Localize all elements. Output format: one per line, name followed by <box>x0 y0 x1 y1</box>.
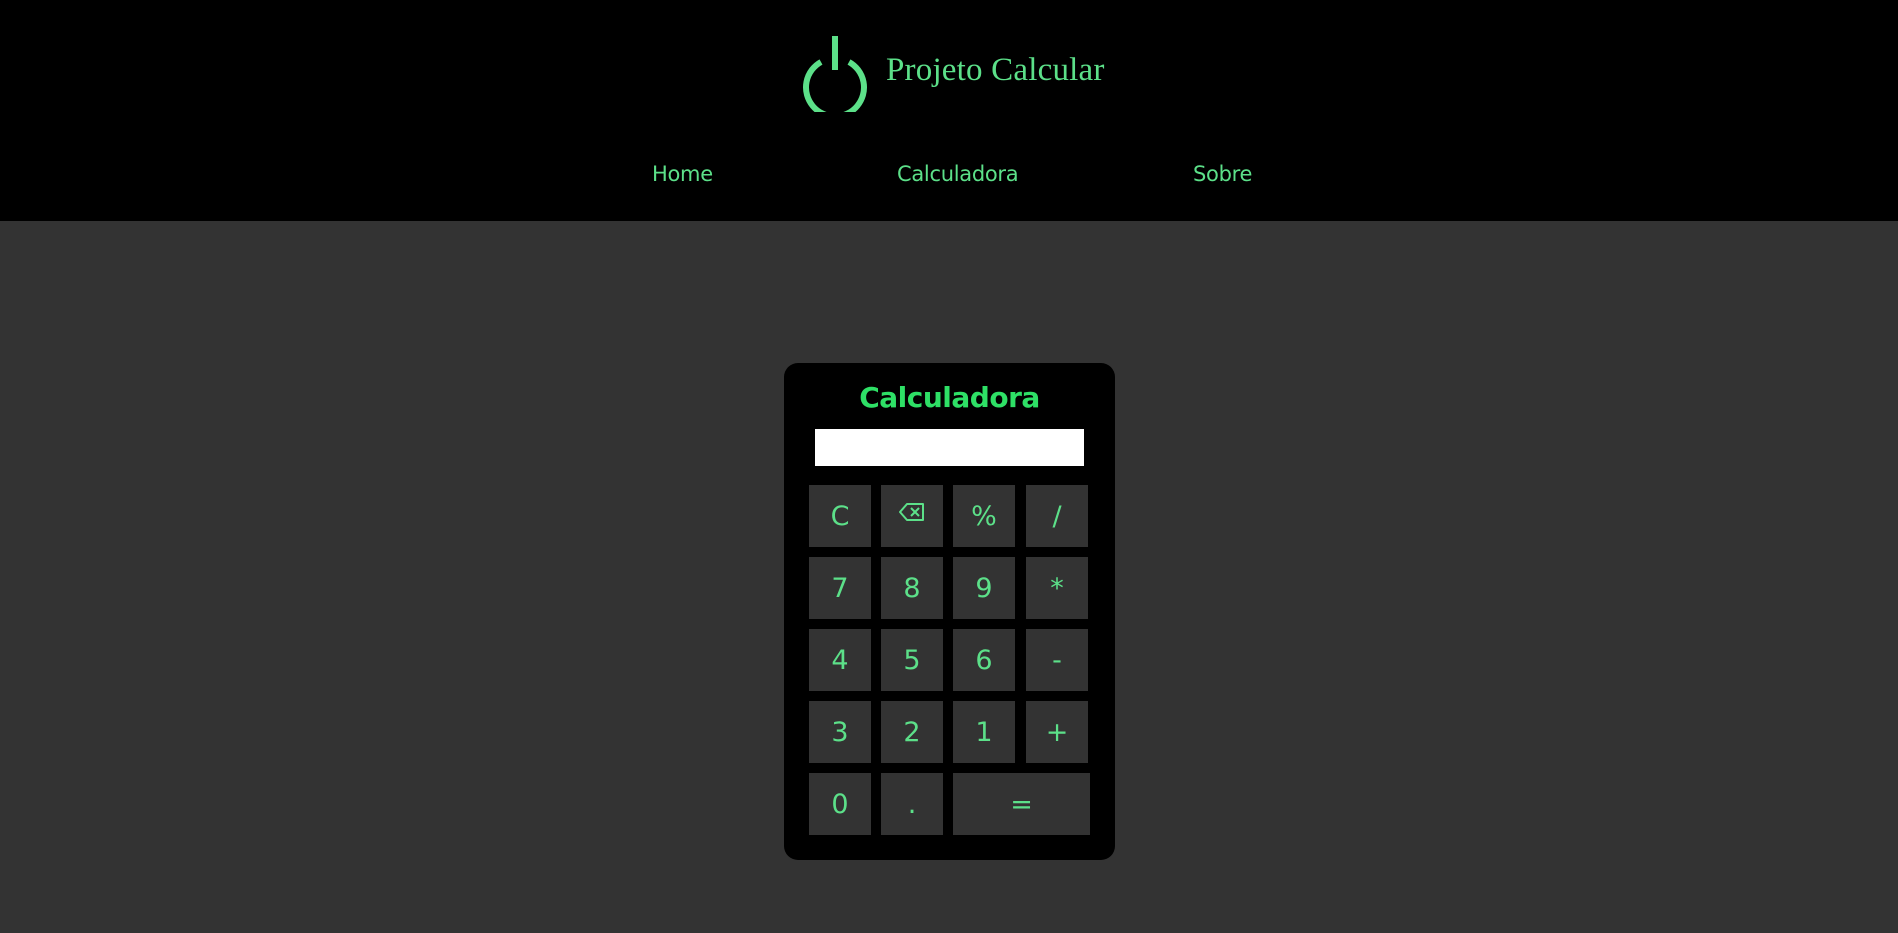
digit-5-button[interactable]: 5 <box>881 629 943 691</box>
nav-link-home[interactable]: Home <box>652 162 713 186</box>
add-button[interactable]: + <box>1026 701 1088 763</box>
equals-button[interactable]: = <box>953 773 1090 835</box>
decimal-button[interactable]: . <box>881 773 943 835</box>
digit-6-button[interactable]: 6 <box>953 629 1015 691</box>
digit-3-button[interactable]: 3 <box>809 701 871 763</box>
digit-9-button[interactable]: 9 <box>953 557 1015 619</box>
nav-link-calculadora[interactable]: Calculadora <box>897 162 1019 186</box>
brand-title: Projeto Calcular <box>886 51 1105 88</box>
percent-button[interactable]: % <box>953 485 1015 547</box>
multiply-button[interactable]: * <box>1026 557 1088 619</box>
calculator-panel: Calculadora C % / 7 8 9 * 4 5 6 - 3 2 1 <box>784 363 1115 860</box>
digit-7-button[interactable]: 7 <box>809 557 871 619</box>
digit-8-button[interactable]: 8 <box>881 557 943 619</box>
digit-2-button[interactable]: 2 <box>881 701 943 763</box>
backspace-button[interactable] <box>881 485 943 547</box>
backspace-icon <box>899 502 925 522</box>
calculator-display[interactable] <box>815 429 1084 466</box>
digit-1-button[interactable]: 1 <box>953 701 1015 763</box>
nav-link-sobre[interactable]: Sobre <box>1193 162 1252 186</box>
divide-button[interactable]: / <box>1026 485 1088 547</box>
digit-4-button[interactable]: 4 <box>809 629 871 691</box>
brand[interactable]: Projeto Calcular <box>800 34 1105 112</box>
digit-0-button[interactable]: 0 <box>809 773 871 835</box>
subtract-button[interactable]: - <box>1026 629 1088 691</box>
calculator-title: Calculadora <box>859 381 1040 414</box>
power-icon <box>800 34 870 112</box>
site-header: Projeto Calcular Home Calculadora Sobre <box>0 0 1898 221</box>
clear-button[interactable]: C <box>809 485 871 547</box>
